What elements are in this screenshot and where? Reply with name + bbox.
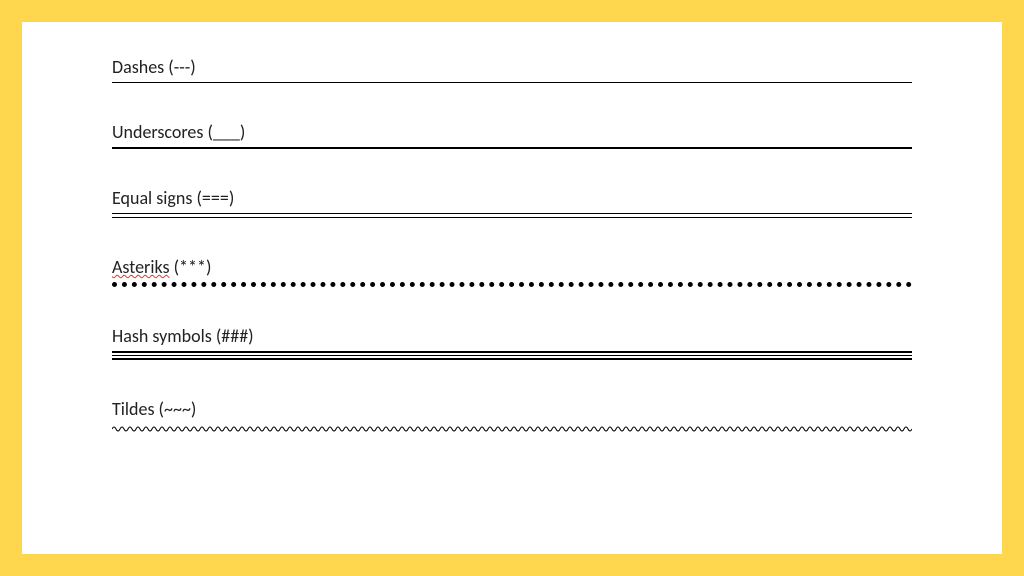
wave-icon — [112, 424, 912, 434]
label-dashes: Dashes (---) — [112, 56, 912, 78]
hr-hash — [112, 351, 912, 360]
document-page: Dashes (---) Underscores (___) Equal sig… — [22, 22, 1002, 554]
entry-equals: Equal signs (===) — [112, 187, 912, 218]
entry-dashes: Dashes (---) — [112, 56, 912, 83]
entry-underscores: Underscores (___) — [112, 121, 912, 149]
hr-dashes — [112, 82, 912, 83]
hr-underscores — [112, 147, 912, 149]
label-asterisks-suffix: (***) — [170, 256, 212, 278]
label-hash: Hash symbols (###) — [112, 325, 912, 347]
label-equals: Equal signs (===) — [112, 187, 912, 209]
hr-equals — [112, 213, 912, 218]
spellcheck-underline: Asteriks — [112, 256, 170, 278]
label-underscores: Underscores (___) — [112, 121, 912, 143]
entry-hash: Hash symbols (###) — [112, 325, 912, 360]
hr-tildes — [112, 424, 912, 434]
entry-asterisks: Asteriks (***) — [112, 256, 912, 287]
label-tildes: Tildes (~~~) — [112, 398, 912, 420]
label-asterisks: Asteriks (***) — [112, 256, 912, 278]
hr-asterisks — [112, 282, 912, 287]
entry-tildes: Tildes (~~~) — [112, 398, 912, 434]
